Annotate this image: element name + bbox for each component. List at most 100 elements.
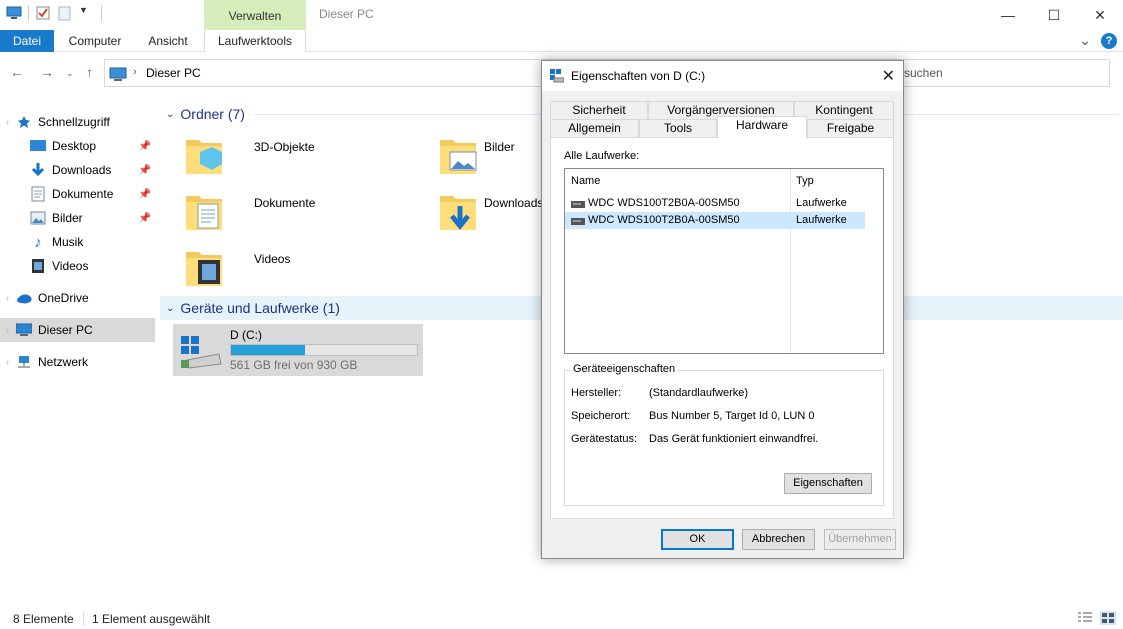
maximize-button[interactable]: ☐ bbox=[1031, 0, 1077, 30]
collapse-chevron-icon[interactable]: ⌄ bbox=[166, 109, 174, 120]
folder-videos[interactable]: Videos bbox=[184, 246, 384, 296]
tab-sharing[interactable]: Freigabe bbox=[807, 119, 894, 137]
details-view-icon[interactable] bbox=[1077, 611, 1093, 628]
breadcrumb-chevron-icon[interactable]: › bbox=[133, 66, 137, 78]
folder-3d-objects[interactable]: 3D-Objekte bbox=[184, 134, 384, 184]
item-count: 8 Elemente bbox=[13, 612, 74, 626]
back-arrow-icon[interactable]: ← bbox=[10, 64, 24, 80]
hard-drive-icon bbox=[571, 200, 585, 212]
minimize-button[interactable]: — bbox=[985, 0, 1031, 30]
music-icon: ♪ bbox=[34, 233, 42, 251]
context-tab-manage[interactable]: Verwalten bbox=[204, 0, 306, 30]
sidebar-item-desktop[interactable]: Desktop 📌 bbox=[0, 134, 155, 158]
up-arrow-icon[interactable]: ↑ bbox=[86, 64, 93, 80]
tab-drive-tools[interactable]: Laufwerktools bbox=[204, 30, 306, 52]
property-value: Bus Number 5, Target Id 0, LUN 0 bbox=[649, 410, 815, 422]
expand-chevron-icon[interactable]: › bbox=[6, 293, 16, 303]
device-properties-legend: Geräteeigenschaften bbox=[571, 363, 678, 375]
apply-button[interactable]: Übernehmen bbox=[824, 529, 896, 550]
desktop-icon bbox=[30, 138, 46, 154]
drives-list[interactable]: Name Typ WDC WDS100T2B0A-00SM50 Laufwerk… bbox=[564, 168, 884, 354]
folder-documents-icon bbox=[184, 190, 224, 235]
tiles-view-icon[interactable] bbox=[1100, 611, 1116, 628]
sidebar-item-label: Desktop bbox=[52, 139, 97, 153]
expand-chevron-icon[interactable]: › bbox=[6, 357, 16, 367]
tab-computer[interactable]: Computer bbox=[62, 30, 128, 52]
star-icon bbox=[16, 114, 32, 130]
video-icon bbox=[30, 258, 46, 274]
computer-icon bbox=[6, 5, 22, 21]
list-item[interactable]: WDC WDS100T2B0A-00SM50 Laufwerke bbox=[565, 195, 865, 212]
column-header-type[interactable]: Typ bbox=[796, 175, 814, 187]
tab-security[interactable]: Sicherheit bbox=[550, 101, 648, 119]
sidebar-item-pictures[interactable]: Bilder 📌 bbox=[0, 206, 155, 230]
drive-free-space: 561 GB frei von 930 GB bbox=[230, 358, 358, 372]
drive-type: Laufwerke bbox=[796, 197, 847, 209]
tab-quota[interactable]: Kontingent bbox=[794, 101, 894, 119]
column-header-name[interactable]: Name bbox=[571, 175, 600, 187]
sidebar-item-label: Dokumente bbox=[52, 187, 114, 201]
list-header: Name Typ bbox=[565, 169, 883, 191]
breadcrumb-this-pc[interactable]: Dieser PC bbox=[146, 66, 201, 80]
pin-icon[interactable]: 📌 bbox=[139, 189, 151, 200]
customize-toolbar-icon[interactable]: ▼ bbox=[79, 5, 95, 21]
drive-tile-c[interactable]: D (C:) 561 GB frei von 930 GB bbox=[173, 324, 423, 376]
sidebar-item-downloads[interactable]: Downloads 📌 bbox=[0, 158, 155, 182]
new-folder-icon[interactable] bbox=[57, 5, 73, 21]
collapse-chevron-icon[interactable]: ⌄ bbox=[166, 303, 174, 314]
computer-icon bbox=[109, 66, 127, 85]
list-item[interactable]: WDC WDS100T2B0A-00SM50 Laufwerke bbox=[565, 212, 865, 229]
sidebar-item-music[interactable]: ♪ Musik bbox=[0, 230, 155, 254]
sidebar-item-label: Videos bbox=[52, 259, 89, 273]
pin-icon[interactable]: 📌 bbox=[139, 141, 151, 152]
folder-label: Downloads bbox=[484, 196, 544, 210]
sidebar-item-videos[interactable]: Videos bbox=[0, 254, 155, 278]
picture-icon bbox=[30, 210, 46, 226]
group-header-label: Geräte und Laufwerke (1) bbox=[180, 300, 340, 316]
dialog-close-icon[interactable]: ✕ bbox=[882, 66, 895, 86]
sidebar-item-label: Bilder bbox=[52, 211, 83, 225]
properties-dialog: Eigenschaften von D (C:) ✕ Sicherheit Vo… bbox=[541, 60, 904, 559]
tab-hardware[interactable]: Hardware bbox=[717, 116, 807, 138]
tab-view[interactable]: Ansicht bbox=[140, 30, 196, 52]
selection-count: 1 Element ausgewählt bbox=[92, 612, 211, 626]
tab-file[interactable]: Datei bbox=[0, 30, 54, 52]
ok-button[interactable]: OK bbox=[661, 529, 734, 550]
sidebar-item-label: OneDrive bbox=[38, 291, 89, 305]
cancel-button[interactable]: Abbrechen bbox=[742, 529, 815, 550]
sidebar-item-network[interactable]: › Netzwerk bbox=[0, 350, 155, 374]
tab-tools[interactable]: Tools bbox=[639, 119, 717, 137]
search-input[interactable]: suchen bbox=[895, 59, 1110, 87]
drive-name: D (C:) bbox=[230, 328, 262, 342]
drive-usage-fill bbox=[231, 345, 305, 355]
close-button[interactable]: ✕ bbox=[1077, 0, 1123, 30]
folder-label: Dokumente bbox=[254, 196, 316, 210]
tab-row-2: Allgemein Tools Hardware Freigabe bbox=[550, 116, 894, 138]
sidebar-item-documents[interactable]: Dokumente 📌 bbox=[0, 182, 155, 206]
ribbon: Datei Computer Ansicht Laufwerktools ⌄ ? bbox=[0, 30, 1123, 52]
device-properties-group: Geräteeigenschaften Hersteller: (Standar… bbox=[564, 363, 884, 506]
sidebar-item-quick-access[interactable]: › Schnellzugriff bbox=[0, 110, 155, 134]
document-icon bbox=[30, 186, 46, 202]
expand-chevron-icon[interactable]: › bbox=[6, 325, 16, 335]
status-bar: 8 Elemente 1 Element ausgewählt bbox=[0, 608, 1123, 629]
sidebar-item-onedrive[interactable]: › OneDrive bbox=[0, 286, 155, 310]
recent-locations-chevron-icon[interactable]: ⌄ bbox=[66, 68, 74, 79]
expand-chevron-icon[interactable]: › bbox=[6, 117, 16, 127]
folder-videos-icon bbox=[184, 246, 224, 291]
sidebar-item-this-pc[interactable]: › Dieser PC bbox=[0, 318, 155, 342]
forward-arrow-icon[interactable]: → bbox=[40, 64, 54, 80]
title-bar: ▼ Verwalten Dieser PC — ☐ ✕ bbox=[0, 0, 1123, 30]
network-icon bbox=[16, 354, 32, 370]
pin-icon[interactable]: 📌 bbox=[139, 165, 151, 176]
expand-ribbon-icon[interactable]: ⌄ bbox=[1079, 32, 1091, 49]
device-properties-button[interactable]: Eigenschaften bbox=[784, 473, 872, 494]
tab-general[interactable]: Allgemein bbox=[550, 119, 639, 137]
folder-label: Bilder bbox=[484, 140, 515, 154]
help-icon[interactable]: ? bbox=[1101, 32, 1117, 49]
toolbar-divider bbox=[101, 5, 102, 21]
properties-icon[interactable] bbox=[35, 5, 51, 21]
folder-documents[interactable]: Dokumente bbox=[184, 190, 384, 240]
pin-icon[interactable]: 📌 bbox=[139, 213, 151, 224]
drive-name: WDC WDS100T2B0A-00SM50 bbox=[588, 197, 740, 209]
